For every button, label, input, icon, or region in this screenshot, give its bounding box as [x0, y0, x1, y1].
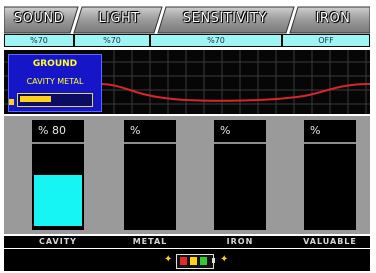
valuable-bar-value: % — [310, 124, 321, 137]
ground-meter-fill — [20, 96, 51, 102]
ground-label: GROUND — [32, 59, 78, 69]
spark-left-icon: ✦ — [164, 254, 173, 265]
bar-panel: % 80 % % % — [4, 116, 370, 234]
tab-sound[interactable]: SOUND — [4, 9, 74, 29]
iron-value: OFF — [283, 35, 369, 46]
bar-divider — [304, 142, 356, 144]
ground-legend: GROUND CAVITY METAL — [8, 54, 102, 112]
metal-bar: % — [124, 120, 176, 230]
bar-label-strip: CAVITY METAL IRON VALUABLE — [4, 236, 370, 248]
cavity-bar-value: % 80 — [38, 124, 66, 137]
bar-divider — [124, 142, 176, 144]
battery-icon — [176, 254, 214, 269]
bar-divider — [214, 142, 266, 144]
iron-bar-value: % — [220, 124, 231, 137]
status-bar: ✦ ✦ — [4, 249, 370, 271]
battery-terminal — [212, 258, 215, 263]
sound-value: %70 — [5, 35, 73, 46]
cavity-metal-label: CAVITY METAL — [26, 77, 84, 86]
valuable-label: VALUABLE — [303, 237, 357, 246]
tab-sensitivity[interactable]: SENSITIVITY — [162, 9, 288, 29]
metal-bar-value: % — [130, 124, 141, 137]
bar-divider — [32, 142, 84, 144]
tab-bar: SOUND LIGHT SENSITIVITY IRON — [4, 3, 370, 34]
cavity-bar-fill — [34, 175, 82, 226]
cavity-label: CAVITY — [39, 237, 77, 246]
ground-meter — [17, 93, 93, 107]
iron-label: IRON — [226, 237, 254, 246]
battery-cell-yellow — [190, 257, 197, 265]
cavity-bar: % 80 — [32, 120, 84, 230]
iron-bar: % — [214, 120, 266, 230]
valuable-bar: % — [304, 120, 356, 230]
spark-right-icon: ✦ — [220, 254, 229, 265]
value-strip: %70 %70 %70 OFF — [4, 34, 370, 47]
battery-cell-green — [200, 257, 207, 265]
battery-cell-red — [180, 257, 187, 265]
sensitivity-value: %70 — [151, 35, 281, 46]
tab-iron[interactable]: IRON — [296, 9, 370, 29]
tab-light[interactable]: LIGHT — [80, 9, 158, 29]
signal-scope: GROUND CAVITY METAL — [4, 50, 370, 114]
ground-marker — [9, 99, 14, 105]
light-value: %70 — [75, 35, 149, 46]
metal-label: METAL — [132, 237, 168, 246]
